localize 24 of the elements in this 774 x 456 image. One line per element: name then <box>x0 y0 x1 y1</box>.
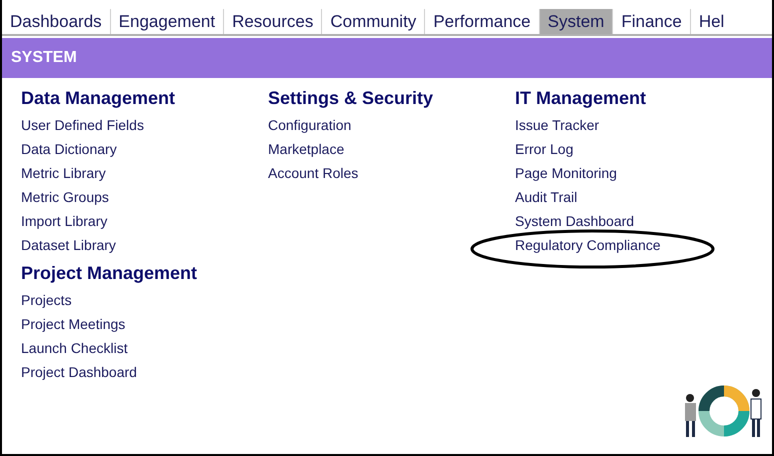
menu-link[interactable]: Issue Tracker <box>515 113 600 137</box>
section-heading: Project Management <box>21 262 198 285</box>
menu-link[interactable]: Project Dashboard <box>21 360 137 384</box>
menu-link[interactable]: Launch Checklist <box>21 336 128 360</box>
menu-link[interactable]: Dataset Library <box>21 233 116 257</box>
menu-link[interactable]: Account Roles <box>268 161 358 185</box>
menu-link[interactable]: User Defined Fields <box>21 113 144 137</box>
menu-link[interactable]: Projects <box>21 288 72 312</box>
menu-link[interactable]: Data Dictionary <box>21 137 117 161</box>
nav-tab[interactable]: System <box>538 9 612 34</box>
menu-link[interactable]: Metric Library <box>21 161 106 185</box>
menu-link[interactable]: Error Log <box>515 137 574 161</box>
menu-link[interactable]: Project Meetings <box>21 312 126 336</box>
menu-link[interactable]: Audit Trail <box>515 185 578 209</box>
menu-link[interactable]: Marketplace <box>268 137 344 161</box>
menu-link[interactable]: System Dashboard <box>515 209 634 233</box>
menu-link[interactable]: Page Monitoring <box>515 161 617 185</box>
section-heading: Settings & Security <box>268 87 434 110</box>
menu-link[interactable]: Import Library <box>21 209 108 233</box>
menu-link[interactable]: Configuration <box>268 113 352 137</box>
menu-link[interactable]: Metric Groups <box>21 185 109 209</box>
section-heading: IT Management <box>515 87 648 110</box>
section-heading: Data Management <box>21 87 176 110</box>
banner-title: SYSTEM <box>11 48 77 68</box>
